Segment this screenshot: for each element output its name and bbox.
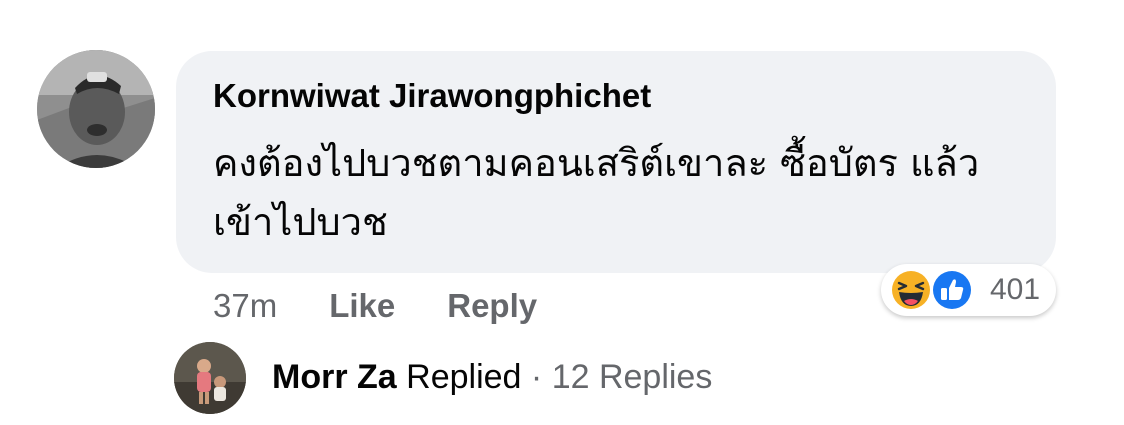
comment-text: คงต้องไปบวชตามคอนเสริต์เขาละ ซื้อบัตร แล…	[213, 141, 980, 244]
commenter-avatar[interactable]	[37, 50, 155, 168]
haha-emoji-icon	[890, 269, 932, 311]
comment-actions: 37m Like Reply	[213, 286, 537, 326]
like-button[interactable]: Like	[329, 286, 395, 326]
reaction-count[interactable]: 401	[990, 272, 1040, 308]
view-replies-link[interactable]: Morr Za Replied · 12 Replies	[272, 356, 712, 398]
commenter-photo-icon	[37, 50, 155, 168]
replier-name: Morr Za	[272, 358, 397, 396]
reply-button[interactable]: Reply	[447, 286, 537, 326]
like-thumb-icon	[931, 269, 973, 311]
replier-photo-icon	[174, 342, 246, 414]
comment-timestamp[interactable]: 37m	[213, 286, 277, 326]
separator-dot: ·	[530, 358, 543, 396]
comment-author-name[interactable]: Kornwiwat Jirawongphichet	[213, 76, 651, 116]
reply-count: 12 Replies	[551, 358, 713, 396]
replied-label: Replied	[406, 358, 522, 396]
replier-avatar[interactable]	[174, 342, 246, 414]
